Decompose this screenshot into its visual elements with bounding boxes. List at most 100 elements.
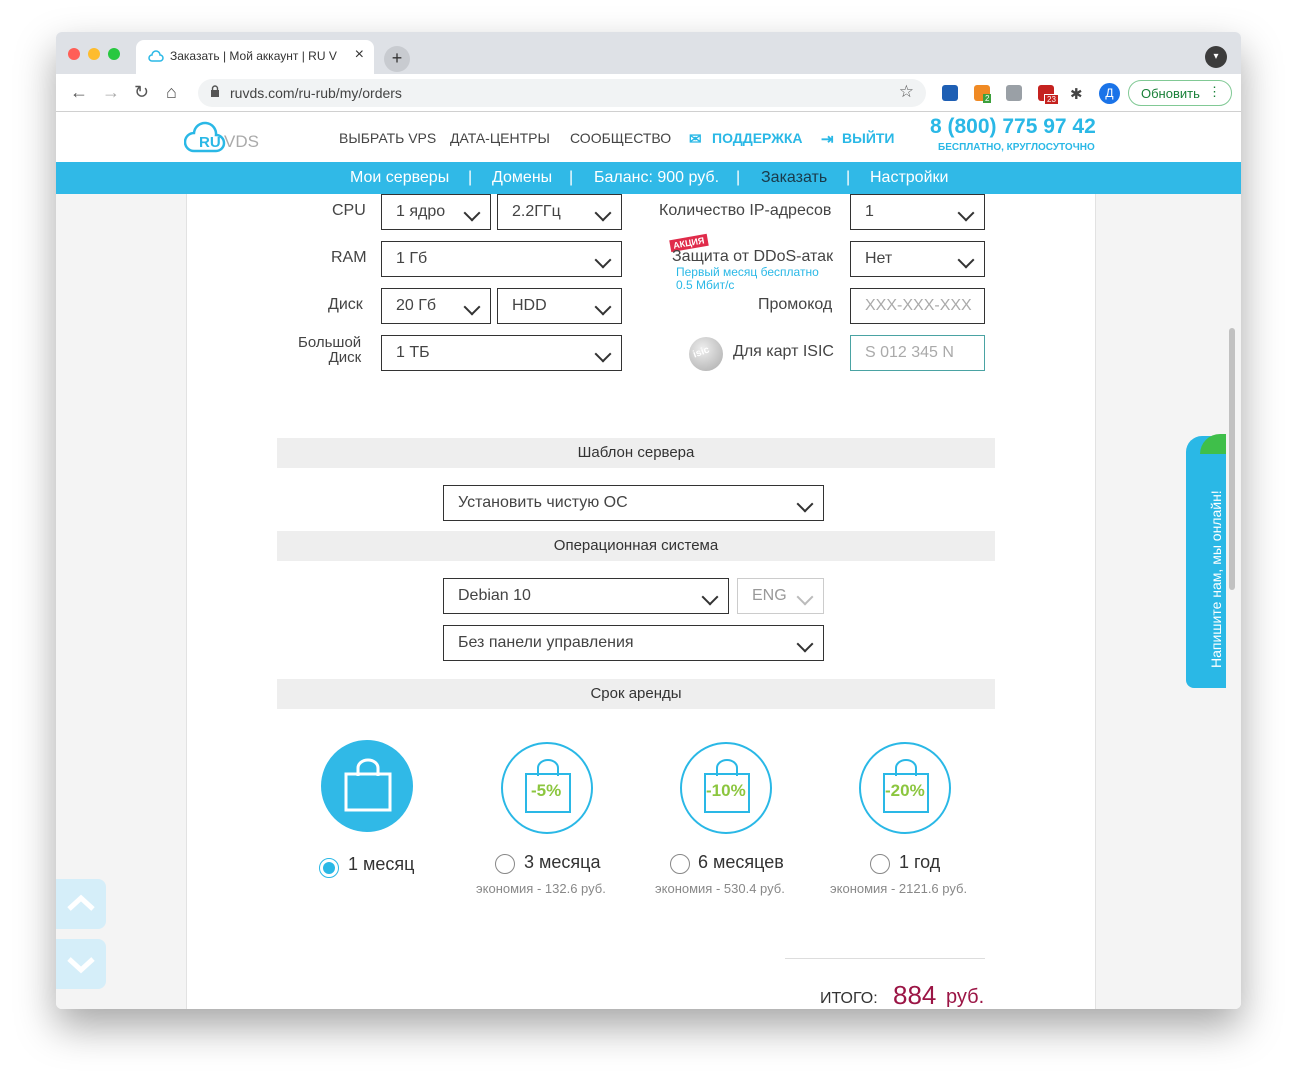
- isic-input[interactable]: S 012 345 N: [850, 335, 985, 371]
- ip-count-select[interactable]: 1: [850, 194, 985, 230]
- tab-close-icon[interactable]: ×: [355, 46, 364, 64]
- new-tab-button[interactable]: +: [384, 46, 410, 72]
- chevron-down-icon: [957, 251, 975, 269]
- extension-mail-icon[interactable]: 23: [1038, 85, 1059, 105]
- subnav-domains[interactable]: Домены: [492, 169, 552, 187]
- nav-community[interactable]: СООБЩЕСТВО: [570, 130, 671, 146]
- os-select[interactable]: Debian 10: [443, 578, 729, 614]
- subnav-balance[interactable]: Баланс: 900 руб.: [594, 169, 719, 187]
- bookmark-star-icon[interactable]: ☆: [899, 82, 914, 102]
- subnav-separator: |: [736, 169, 741, 186]
- lock-icon: [211, 85, 219, 97]
- maximize-window-button[interactable]: [108, 48, 120, 60]
- ddos-value: Нет: [865, 250, 893, 267]
- extension-bookmark-icon[interactable]: [942, 85, 958, 101]
- ddos-select[interactable]: Нет: [850, 241, 985, 277]
- back-icon[interactable]: ←: [70, 82, 88, 103]
- disk-type-value: HDD: [512, 297, 547, 314]
- scroll-down-button[interactable]: [56, 939, 106, 989]
- period-1-year-icon[interactable]: -20%: [859, 742, 951, 834]
- os-value: Debian 10: [458, 587, 531, 604]
- chevron-down-icon: [594, 204, 612, 222]
- cpu-cores-select[interactable]: 1 ядро: [381, 194, 491, 230]
- tab-search-icon[interactable]: ▾: [1205, 46, 1227, 68]
- profile-avatar[interactable]: Д: [1099, 83, 1120, 104]
- big-disk-label-line2: Диск: [328, 349, 362, 366]
- reload-icon[interactable]: ↻: [134, 82, 149, 103]
- period-1-year-label[interactable]: 1 год: [899, 852, 940, 873]
- more-menu-icon[interactable]: ⋮: [1208, 84, 1221, 100]
- close-window-button[interactable]: [68, 48, 80, 60]
- support-phone[interactable]: 8 (800) 775 97 42: [930, 115, 1096, 139]
- shopping-bag-icon: [344, 758, 392, 812]
- subnav-settings[interactable]: Настройки: [870, 169, 948, 187]
- chevron-down-icon: [594, 251, 612, 269]
- forward-icon[interactable]: →: [102, 82, 120, 103]
- cpu-frequency-value: 2.2ГГц: [512, 203, 561, 220]
- address-bar[interactable]: ruvds.com/ru-rub/my/orders ☆: [198, 79, 926, 107]
- ram-label: RAM: [331, 249, 367, 266]
- big-disk-select[interactable]: 1 ТБ: [381, 335, 622, 371]
- period-3-months-icon[interactable]: -5%: [501, 742, 593, 834]
- rent-section-title: Срок аренды: [277, 679, 995, 709]
- cpu-label: CPU: [332, 202, 366, 219]
- period-1-year-radio[interactable]: [870, 854, 890, 874]
- period-6-months-radio[interactable]: [670, 854, 690, 874]
- period-1-month-radio[interactable]: [319, 858, 339, 878]
- subnav-separator: |: [569, 169, 574, 186]
- extensions-puzzle-icon[interactable]: ✱: [1070, 85, 1086, 103]
- template-value: Установить чистую ОС: [458, 494, 628, 511]
- extension-screenshot-icon[interactable]: [1006, 85, 1022, 101]
- total-currency: руб.: [946, 986, 985, 1008]
- home-icon[interactable]: ⌂: [166, 82, 177, 103]
- chevron-down-icon: [957, 204, 975, 222]
- site-header: RU VDS ВЫБРАТЬ VPS ДАТА-ЦЕНТРЫ СООБЩЕСТВ…: [56, 112, 1241, 162]
- subnav-order[interactable]: Заказать: [761, 169, 827, 187]
- update-label: Обновить: [1141, 86, 1200, 101]
- discount-5-text: -5%: [531, 781, 562, 800]
- ram-value: 1 Гб: [396, 250, 428, 267]
- scroll-up-button[interactable]: [56, 879, 106, 929]
- ddos-bandwidth-note: 0.5 Мбит/с: [676, 278, 735, 292]
- page-scrollbar[interactable]: [1229, 328, 1235, 590]
- update-button[interactable]: Обновить ⋮: [1128, 80, 1232, 106]
- minimize-window-button[interactable]: [88, 48, 100, 60]
- mail-icon: ✉: [689, 131, 702, 148]
- big-disk-value: 1 ТБ: [396, 344, 430, 361]
- logo-vds: VDS: [224, 132, 259, 151]
- control-panel-select[interactable]: Без панели управления: [443, 625, 824, 661]
- period-1-month-label[interactable]: 1 месяц: [348, 854, 414, 875]
- period-1-month-icon[interactable]: [321, 740, 413, 832]
- ip-count-label: Количество IP-адресов: [659, 202, 832, 219]
- template-select[interactable]: Установить чистую ОС: [443, 485, 824, 521]
- url-text: ruvds.com/ru-rub/my/orders: [230, 85, 402, 101]
- logo-ru: RU: [199, 134, 221, 151]
- extension-download-icon[interactable]: 2: [974, 85, 992, 103]
- os-language-select[interactable]: ENG: [737, 578, 824, 614]
- disk-type-select[interactable]: HDD: [497, 288, 622, 324]
- subnav-my-servers[interactable]: Мои серверы: [350, 169, 449, 187]
- period-3-months-radio[interactable]: [495, 854, 515, 874]
- isic-icon: isic: [689, 337, 723, 371]
- nav-logout[interactable]: ВЫЙТИ: [842, 130, 895, 146]
- disk-size-select[interactable]: 20 Гб: [381, 288, 491, 324]
- browser-tab[interactable]: Заказать | Мой аккаунт | RU V ×: [136, 40, 374, 74]
- ram-select[interactable]: 1 Гб: [381, 241, 622, 277]
- nav-support[interactable]: ПОДДЕРЖКА: [712, 130, 803, 146]
- period-6-months-icon[interactable]: -10%: [680, 742, 772, 834]
- browser-window: Заказать | Мой аккаунт | RU V × + ▾ ← → …: [56, 32, 1241, 1009]
- ddos-note: Первый месяц бесплатно: [676, 265, 819, 279]
- nav-choose-vps[interactable]: ВЫБРАТЬ VPS: [339, 130, 436, 146]
- cpu-frequency-select[interactable]: 2.2ГГц: [497, 194, 622, 230]
- account-nav-bar: Мои серверы | Домены | Баланс: 900 руб. …: [56, 162, 1241, 194]
- promocode-placeholder: XXX-XXX-XXX: [865, 297, 972, 314]
- promocode-input[interactable]: XXX-XXX-XXX: [850, 288, 985, 324]
- promocode-label: Промокод: [758, 296, 833, 313]
- os-section-title: Операционная система: [277, 531, 995, 561]
- nav-datacenters[interactable]: ДАТА-ЦЕНТРЫ: [450, 130, 550, 146]
- chat-widget-label[interactable]: Напишите нам, мы онлайн!: [1208, 490, 1224, 668]
- period-3-months-saving: экономия - 132.6 руб.: [476, 881, 606, 896]
- period-3-months-label[interactable]: 3 месяца: [524, 852, 600, 873]
- period-6-months-saving: экономия - 530.4 руб.: [655, 881, 785, 896]
- period-6-months-label[interactable]: 6 месяцев: [698, 852, 784, 873]
